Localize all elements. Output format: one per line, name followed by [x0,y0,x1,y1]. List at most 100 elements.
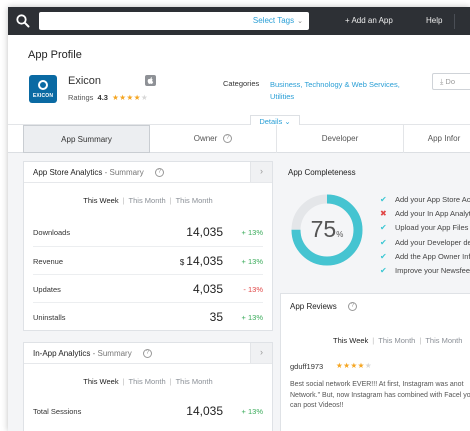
card-title-text: In-App Analytics [33,349,91,358]
period-this-week[interactable]: This Week [83,377,118,386]
download-button[interactable]: ⤓ Do [432,73,470,90]
metric-label: Revenue [33,257,64,266]
profile-tabs: App Summary Owner? Developer App Infor [8,125,470,153]
metric-label: Downloads [33,228,71,237]
percent-sign: % [336,230,344,239]
checklist-item[interactable]: ✖ Add your In App Analyt [380,207,470,221]
card-subtitle: - Summary [104,168,144,177]
divider: | [372,336,375,345]
categories-label: Categories [223,79,260,88]
top-nav-bar: Select Tags ⌄ + Add an App Help [8,7,470,35]
chevron-right-icon[interactable]: › [250,162,272,182]
completeness-donut: 75% [289,192,365,268]
check-icon: ✔ [380,195,387,204]
app-completeness-card: App Completeness 75% ✔ Add your App Store… [280,161,470,287]
period-this-week[interactable]: This Week [333,336,368,345]
info-icon[interactable]: ? [154,168,164,178]
currency-symbol: $ [179,258,185,267]
check-icon: ✔ [380,251,387,261]
exicon-logo-mark [38,80,48,90]
app-profile-header: App Profile EXICON Exicon Ratings 4.3 ★★… [8,35,470,129]
apple-platform-icon [145,75,156,86]
checklist-item-label: Improve your Newsfee [395,265,470,275]
tab-label: Developer [321,134,359,143]
period-this-month[interactable]: This Month [129,377,166,386]
rating-value: 4.3 [97,93,108,102]
checklist-item[interactable]: ✔ Add your Developer de [380,236,470,250]
metric-change: + 13% [241,228,263,237]
period-tabs: This Week | This Month | This Month [329,336,470,345]
checklist-item-label: Add your In App Analyt [395,209,470,219]
period-this-month[interactable]: This Month [378,336,415,345]
info-icon[interactable]: ? [223,134,233,144]
divider: | [169,377,172,386]
card-subtitle: - Summary [92,349,132,358]
divider: | [122,377,125,386]
tab-developer[interactable]: Developer [277,125,404,153]
check-icon: ✔ [380,265,387,275]
card-header: App Store Analytics - Summary ? › [24,162,272,183]
metric-change: + 13% [241,407,263,416]
categories-value[interactable]: Business, Technology & Web Services, Uti… [270,79,410,103]
tab-label: Owner [193,134,218,143]
tab-app-summary[interactable]: App Summary [23,125,150,153]
metric-value: 14,035 [184,225,223,239]
percent-number: 75 [310,216,337,242]
metric-number: 4,035 [192,282,223,296]
tab-owner[interactable]: Owner? [150,125,277,153]
card-header: In-App Analytics - Summary ? › [24,343,272,364]
download-label: Do [445,77,455,86]
divider: | [169,196,172,205]
card-title-text: App Reviews [290,302,337,311]
page-title: App Profile [28,49,82,61]
app-logo: EXICON [29,75,57,103]
cross-icon: ✖ [380,209,387,219]
metric-row-revenue: Revenue $14,035 + 13% [33,246,263,274]
card-title: In-App Analytics - Summary ? [33,349,152,359]
check-icon: ✔ [380,237,387,247]
tab-app-info[interactable]: App Infor [404,125,470,153]
review-text: Best social network EVER!!! At first, In… [290,381,470,409]
checklist-item[interactable]: ✔ Add the App Owner Info [380,250,470,264]
metric-value: 4,035 [191,282,223,296]
checklist-item-label: Add the App Owner Info [395,251,470,261]
app-window: Select Tags ⌄ + Add an App Help App Profi… [8,7,470,431]
rating-stars: ★★★★★ [112,93,149,102]
metric-number: 35 [209,310,223,324]
search-icon[interactable] [15,13,31,29]
metric-row-total-sessions: Total Sessions 14,035 + 13% [33,397,263,425]
card-title-text: App Store Analytics [33,168,103,177]
period-this-month[interactable]: This Month [129,196,166,205]
add-app-button[interactable]: + Add an App [345,16,393,25]
info-icon[interactable]: ? [347,302,357,312]
info-icon[interactable]: ? [142,349,152,359]
review-username[interactable]: gduff1973 [290,362,323,371]
period-this-month[interactable]: This Month [176,377,213,386]
app-store-analytics-card: App Store Analytics - Summary ? › This W… [23,161,273,331]
period-tabs: This Week | This Month | This Month [24,377,272,386]
metric-label: Uninstalls [33,313,66,322]
chevron-right-icon[interactable]: › [250,343,272,363]
period-this-week[interactable]: This Week [83,196,118,205]
metric-value: 14,035 [184,404,223,418]
period-tabs: This Week | This Month | This Month [24,196,272,205]
metric-row-uninstalls: Uninstalls 35 + 13% [33,302,263,330]
metric-number: 14,035 [186,254,223,268]
checklist-item-label: Add your Developer de [395,237,470,247]
divider [454,14,455,29]
select-tags-dropdown[interactable]: Select Tags ⌄ [253,16,303,25]
metric-number: 14,035 [186,225,223,239]
metric-label: Total Sessions [33,407,82,416]
period-this-month[interactable]: This Month [176,196,213,205]
card-title: App Reviews ? [290,302,357,312]
metric-value: $14,035 [180,254,223,268]
help-link[interactable]: Help [426,16,442,25]
metric-change: + 13% [241,313,263,322]
checklist-item[interactable]: ✔ Add your App Store Ac [380,193,470,207]
checklist-item[interactable]: ✔ Improve your Newsfee [380,264,470,278]
tab-label: App Infor [427,134,461,143]
search-input[interactable]: Select Tags ⌄ [39,12,309,30]
checklist-item[interactable]: ✔ Upload your App Files [380,221,470,235]
card-title: App Completeness [288,168,356,177]
period-this-month[interactable]: This Month [425,336,462,345]
